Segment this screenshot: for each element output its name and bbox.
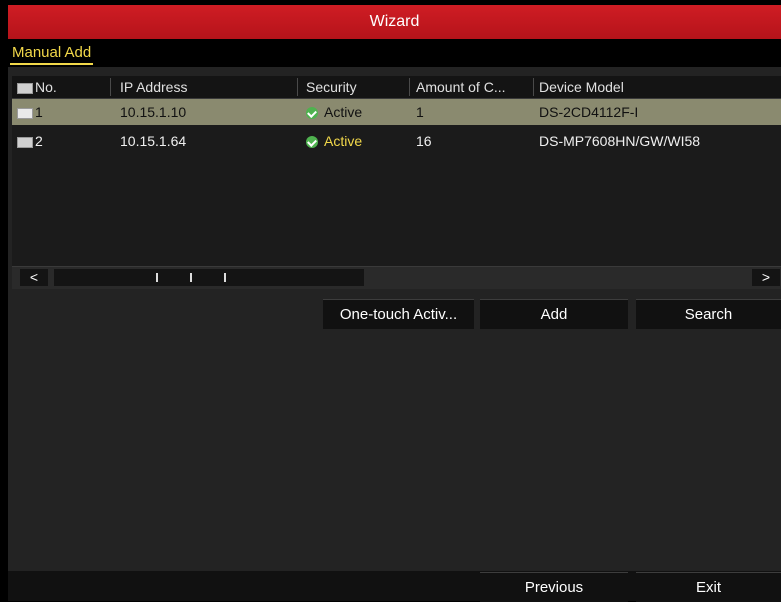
table-row[interactable]: 2 10.15.1.64 Active 16 DS-MP7608HN/GW/WI…	[12, 128, 781, 154]
row-model: DS-MP7608HN/GW/WI58	[539, 133, 701, 149]
previous-button[interactable]: Previous	[480, 572, 628, 602]
row-model: DS-2CD4112F-I	[539, 104, 639, 120]
row-security: Active	[306, 133, 362, 149]
horizontal-scrollbar[interactable]: < >	[12, 266, 781, 289]
row-ip: 10.15.1.10	[120, 104, 187, 120]
search-button[interactable]: Search	[636, 299, 781, 329]
column-divider	[533, 78, 534, 96]
header-amount[interactable]: Amount of C...	[416, 79, 532, 95]
exit-button[interactable]: Exit	[636, 572, 781, 602]
column-divider	[110, 78, 111, 96]
table-row[interactable]: 1 10.15.1.10 Active 1 DS-2CD4112F-I	[12, 99, 781, 125]
row-amount: 1	[416, 104, 424, 120]
tab-bar: Manual Add	[8, 39, 781, 67]
check-circle-icon	[306, 136, 318, 149]
column-divider	[409, 78, 410, 96]
scroll-right-button[interactable]: >	[752, 269, 780, 286]
window-title-bar: Wizard	[8, 5, 781, 39]
one-touch-activate-button[interactable]: One-touch Activ...	[323, 299, 474, 329]
table-header: No. IP Address Security Amount of C... D…	[12, 76, 781, 99]
scroll-left-button[interactable]: <	[20, 269, 48, 286]
header-ip-address[interactable]: IP Address	[120, 79, 187, 95]
header-device-model[interactable]: Device Model	[539, 79, 624, 95]
scroll-thumb[interactable]	[54, 269, 364, 286]
grip-tick	[224, 273, 226, 282]
header-no[interactable]: No.	[17, 79, 57, 95]
row-checkbox[interactable]	[17, 136, 33, 148]
device-table: No. IP Address Security Amount of C... D…	[12, 76, 781, 266]
row-ip: 10.15.1.64	[120, 133, 187, 149]
row-no: 1	[17, 104, 43, 120]
header-security[interactable]: Security	[306, 79, 357, 95]
tab-manual-add[interactable]: Manual Add	[10, 44, 94, 65]
row-checkbox[interactable]	[17, 107, 33, 119]
window-title: Wizard	[369, 13, 420, 30]
grip-tick	[156, 273, 158, 282]
select-all-checkbox[interactable]	[17, 82, 33, 94]
add-button[interactable]: Add	[480, 299, 628, 329]
column-divider	[297, 78, 298, 96]
check-circle-icon	[306, 107, 318, 120]
grip-tick	[190, 273, 192, 282]
row-no: 2	[17, 133, 43, 149]
row-amount: 16	[416, 133, 432, 149]
row-security: Active	[306, 104, 362, 120]
